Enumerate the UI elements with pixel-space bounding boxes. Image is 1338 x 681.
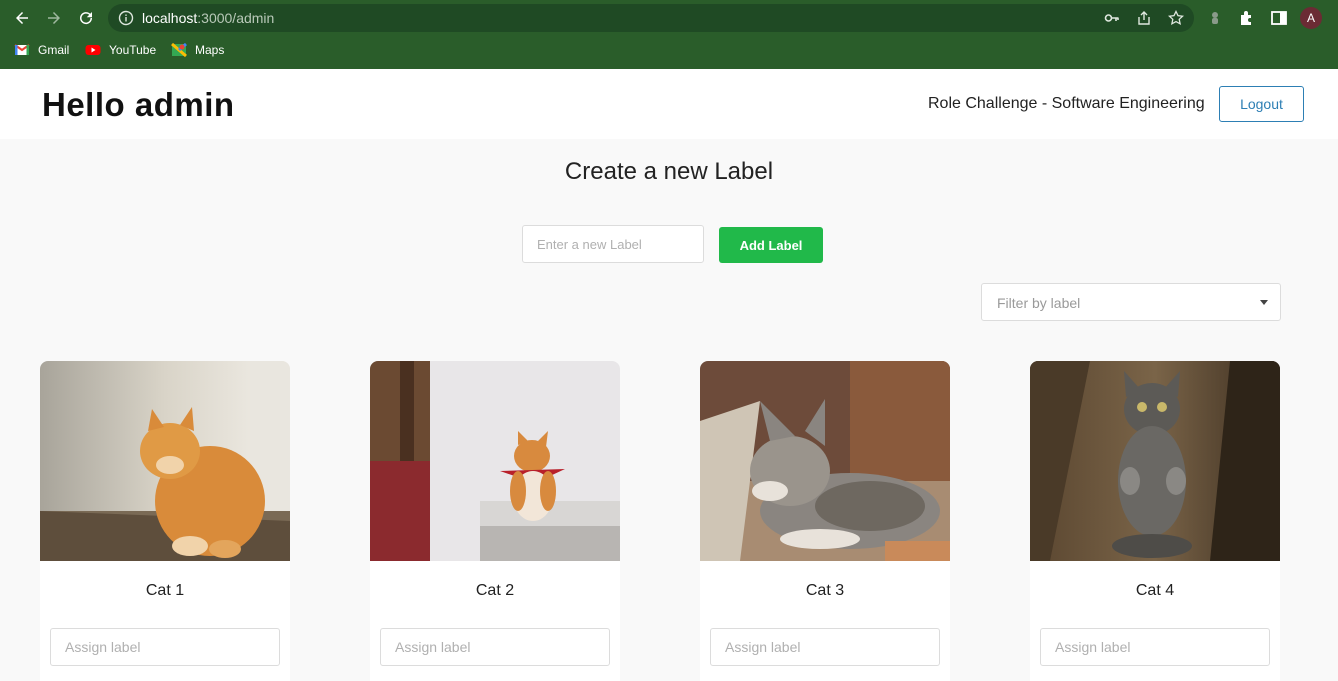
forward-icon[interactable] (44, 8, 64, 28)
key-icon[interactable] (1104, 10, 1120, 26)
app-header: Hello admin Role Challenge - Software En… (0, 69, 1338, 139)
extension-dot-icon[interactable] (1206, 9, 1224, 27)
bookmark-youtube-label: YouTube (109, 43, 157, 57)
cat-name: Cat 1 (145, 582, 185, 599)
bookmark-youtube[interactable]: YouTube (85, 40, 156, 60)
cat-name: Cat 4 (1135, 582, 1175, 599)
filter-by-label-select[interactable]: Filter by label (981, 283, 1281, 321)
gmail-icon (14, 44, 30, 55)
profile-initial: A (1306, 11, 1315, 25)
youtube-icon (85, 45, 101, 55)
cat-photo (700, 361, 950, 561)
bookmarks-bar: Gmail YouTube Maps (0, 40, 1338, 60)
bookmark-maps-label: Maps (195, 43, 225, 57)
add-label-button[interactable]: Add Label (719, 227, 823, 263)
assign-label-input[interactable] (710, 628, 940, 666)
cat-name: Cat 2 (475, 582, 515, 599)
info-icon[interactable] (118, 10, 134, 26)
assign-label-input[interactable] (380, 628, 610, 666)
extensions-puzzle-icon[interactable] (1238, 9, 1256, 27)
browser-toolbar: localhost:3000/admin A Gmail YouTube Map… (0, 0, 1338, 69)
bookmark-gmail-label: Gmail (38, 43, 70, 57)
cat-photo (370, 361, 620, 561)
greeting-title: Hello admin (42, 86, 235, 123)
side-panel-icon[interactable] (1270, 9, 1288, 27)
url-text: localhost:3000/admin (142, 10, 275, 26)
assign-label-input[interactable] (50, 628, 280, 666)
cat-card: Cat 4 (1030, 361, 1280, 681)
maps-icon (171, 42, 187, 58)
new-label-input[interactable] (522, 225, 704, 263)
role-text: Role Challenge - Software Engineering (928, 95, 1205, 112)
filter-placeholder: Filter by label (997, 295, 1081, 311)
cat-card: Cat 1 (40, 361, 290, 681)
address-bar[interactable]: localhost:3000/admin (108, 4, 1194, 32)
cat-card: Cat 2 (370, 361, 620, 681)
star-icon[interactable] (1168, 10, 1184, 26)
bookmark-gmail[interactable]: Gmail (14, 40, 69, 60)
cat-photo (1030, 361, 1280, 561)
profile-avatar[interactable]: A (1300, 7, 1322, 29)
back-icon[interactable] (12, 8, 32, 28)
cat-card: Cat 3 (700, 361, 950, 681)
reload-icon[interactable] (76, 8, 96, 28)
logout-button[interactable]: Logout (1219, 86, 1304, 122)
share-icon[interactable] (1136, 10, 1152, 26)
create-label-heading: Create a new Label (564, 158, 774, 185)
caret-down-icon (1260, 300, 1268, 305)
cat-name: Cat 3 (805, 582, 845, 599)
assign-label-input[interactable] (1040, 628, 1270, 666)
cat-photo (40, 361, 290, 561)
bookmark-maps[interactable]: Maps (171, 40, 224, 60)
